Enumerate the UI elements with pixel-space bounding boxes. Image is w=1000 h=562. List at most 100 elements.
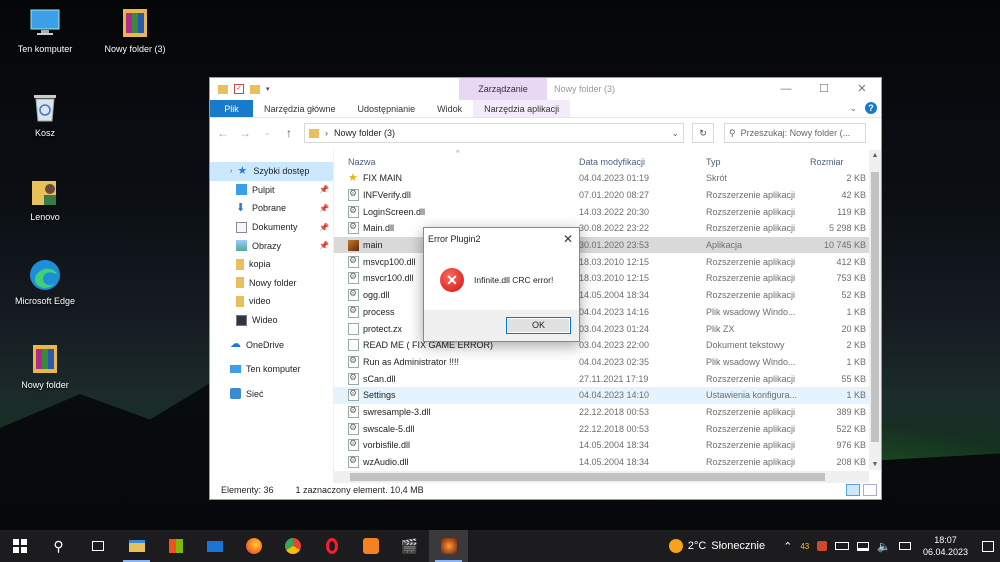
file-row[interactable]: msvcp100.dll 18.03.2010 12:15 Rozszerzen… <box>334 253 881 270</box>
nav-item-new-folder[interactable]: Nowy folder <box>210 274 333 293</box>
file-row[interactable]: READ ME ( FIX GAME ERROR) 03.04.2023 22:… <box>334 337 881 354</box>
file-row[interactable]: process 04.04.2023 14:16 Plik wsadowy Wi… <box>334 304 881 321</box>
scrollbar-thumb[interactable] <box>871 172 879 442</box>
taskbar-opera[interactable] <box>312 530 351 562</box>
maximize-icon[interactable]: ☐ <box>805 78 843 100</box>
desktop-icon-new-folder[interactable]: Nowy folder <box>2 342 88 390</box>
file-row[interactable]: msvcr100.dll 18.03.2010 12:15 Rozszerzen… <box>334 270 881 287</box>
pin-icon[interactable]: 📌 <box>319 241 329 250</box>
column-size[interactable]: Rozmiar <box>810 157 870 170</box>
tray-app-icon[interactable] <box>817 541 828 551</box>
desktop-icon-this-pc[interactable]: Ten komputer <box>2 6 88 54</box>
file-row-selected[interactable]: main 30.01.2020 23:53 Aplikacja 10 745 K… <box>334 236 881 254</box>
taskbar-store[interactable] <box>156 530 195 562</box>
file-row[interactable]: LoginScreen.dll 14.03.2022 20:30 Rozszer… <box>334 203 881 220</box>
chevron-up-icon[interactable]: ⌃ <box>783 540 792 553</box>
file-row[interactable]: protect.zx 03.04.2023 01:24 Plik ZX 20 K… <box>334 320 881 337</box>
volume-icon[interactable]: 🔈 <box>877 540 891 553</box>
desktop-icon-new-folder-3[interactable]: Nowy folder (3) <box>92 6 178 54</box>
taskbar-game[interactable] <box>429 530 468 562</box>
file-row[interactable]: swscale-5.dll 22.12.2018 00:53 Rozszerze… <box>334 420 881 437</box>
file-row[interactable]: vorbisfile.dll 14.05.2004 18:34 Rozszerz… <box>334 437 881 454</box>
taskbar-video-editor[interactable]: 🎬 <box>390 530 429 562</box>
pin-icon[interactable]: 📌 <box>319 223 329 232</box>
nav-item-kopia[interactable]: kopia <box>210 255 333 274</box>
expand-ribbon-icon[interactable]: ⌄ <box>849 103 857 114</box>
back-icon[interactable]: ← <box>216 126 230 140</box>
address-bar[interactable]: › Nowy folder (3) ⌄ <box>304 123 684 143</box>
close-icon[interactable]: ✕ <box>843 78 881 100</box>
pin-icon[interactable]: 📌 <box>319 204 329 213</box>
ok-button[interactable]: OK <box>506 317 571 334</box>
nav-item-network[interactable]: Sieć <box>210 385 333 404</box>
file-row[interactable]: INFVerify.dll 07.01.2020 08:27 Rozszerze… <box>334 187 881 204</box>
tab-file[interactable]: Plik <box>210 100 253 117</box>
up-icon[interactable]: ↑ <box>282 126 296 140</box>
notifications-icon[interactable] <box>982 540 994 552</box>
recent-dropdown-icon[interactable]: ⌄ <box>260 129 274 137</box>
file-row[interactable]: Run as Administrator !!!! 04.04.2023 02:… <box>334 354 881 371</box>
column-name[interactable]: Nazwa <box>348 157 579 170</box>
keyboard-icon[interactable] <box>898 542 911 550</box>
taskbar-file-explorer[interactable] <box>117 530 156 562</box>
file-row[interactable]: sCan.dll 27.11.2021 17:19 Rozszerzenie a… <box>334 370 881 387</box>
qat-dropdown-icon[interactable]: ▾ <box>266 85 270 93</box>
clock[interactable]: 18:07 06.04.2023 <box>923 534 968 558</box>
nav-item-pictures[interactable]: Obrazy 📌 <box>210 236 333 255</box>
network-icon[interactable] <box>857 541 870 551</box>
search-input[interactable]: ⚲ Przeszukaj: Nowy folder (... <box>724 123 866 143</box>
taskbar-chrome[interactable] <box>273 530 312 562</box>
chevron-down-icon[interactable]: ⌄ <box>671 128 679 139</box>
file-row[interactable]: wzAudio.dll 14.05.2004 18:34 Rozszerzeni… <box>334 454 881 471</box>
nav-item-wideo[interactable]: Wideo <box>210 311 333 330</box>
scroll-down-icon[interactable]: ▼ <box>869 461 881 468</box>
large-icons-view-icon[interactable] <box>863 484 877 496</box>
new-folder-icon[interactable] <box>250 84 260 94</box>
properties-icon[interactable]: ✓ <box>234 84 244 94</box>
taskbar-mail[interactable] <box>195 530 234 562</box>
nav-item-desktop[interactable]: Pulpit 📌 <box>210 181 333 200</box>
file-row[interactable]: ★ FIX MAIN 04.04.2023 01:19 Skrót 2 KB <box>334 170 881 187</box>
tray-badge[interactable]: 43 <box>800 542 809 551</box>
tab-application-tools[interactable]: Narzędzia aplikacji <box>473 100 571 117</box>
scrollbar-thumb[interactable] <box>350 473 825 481</box>
dialog-title-bar[interactable]: Error Plugin2 ✕ <box>424 228 579 250</box>
desktop-icon-edge[interactable]: Microsoft Edge <box>2 258 88 306</box>
tab-view[interactable]: Widok <box>426 100 473 117</box>
nav-item-documents[interactable]: Dokumenty 📌 <box>210 218 333 237</box>
column-type[interactable]: Typ <box>706 157 810 170</box>
tab-home[interactable]: Narzędzia główne <box>253 100 347 117</box>
refresh-button[interactable]: ↻ <box>692 123 714 143</box>
column-date[interactable]: Data modyfikacji <box>579 157 706 170</box>
pin-icon[interactable]: 📌 <box>319 185 329 194</box>
nav-item-downloads[interactable]: ⬇ Pobrane 📌 <box>210 199 333 218</box>
nav-item-video[interactable]: video <box>210 292 333 311</box>
battery-icon[interactable] <box>835 542 850 550</box>
help-icon[interactable]: ? <box>865 102 877 114</box>
nav-item-this-pc[interactable]: Ten komputer <box>210 360 333 379</box>
file-row-hovered[interactable]: Settings 04.04.2023 14:10 Ustawienia kon… <box>334 386 881 404</box>
nav-item-quick-access[interactable]: › ★ Szybki dostęp <box>210 162 333 181</box>
weather-widget[interactable]: 2°C Słonecznie <box>668 539 765 553</box>
taskbar-firefox[interactable] <box>234 530 273 562</box>
scroll-up-icon[interactable]: ▲ <box>869 152 881 159</box>
task-view-button[interactable] <box>78 530 117 562</box>
close-icon[interactable]: ✕ <box>563 228 573 250</box>
vertical-scrollbar[interactable]: ▲ ▼ <box>869 150 881 470</box>
breadcrumb[interactable]: Nowy folder (3) <box>334 128 395 138</box>
file-row[interactable]: Main.dll 30.08.2022 23:22 Rozszerzenie a… <box>334 220 881 237</box>
desktop-icon-lenovo[interactable]: Lenovo <box>2 174 88 222</box>
desktop-icon-recycle-bin[interactable]: Kosz <box>2 90 88 138</box>
search-button[interactable]: ⚲ <box>39 530 78 562</box>
forward-icon[interactable]: → <box>238 126 252 140</box>
tab-share[interactable]: Udostępnianie <box>347 100 427 117</box>
file-row[interactable]: ogg.dll 14.05.2004 18:34 Rozszerzenie ap… <box>334 287 881 304</box>
file-row[interactable]: swresample-3.dll 22.12.2018 00:53 Rozsze… <box>334 404 881 421</box>
start-button[interactable] <box>0 530 39 562</box>
title-bar[interactable]: ✓ ▾ Zarządzanie Nowy folder (3) — ☐ ✕ <box>210 78 881 100</box>
context-tab-manage[interactable]: Zarządzanie <box>459 78 547 100</box>
details-view-icon[interactable] <box>846 484 860 496</box>
minimize-icon[interactable]: — <box>767 78 805 100</box>
taskbar-app-orange[interactable] <box>351 530 390 562</box>
nav-item-onedrive[interactable]: ☁ OneDrive <box>210 335 333 354</box>
